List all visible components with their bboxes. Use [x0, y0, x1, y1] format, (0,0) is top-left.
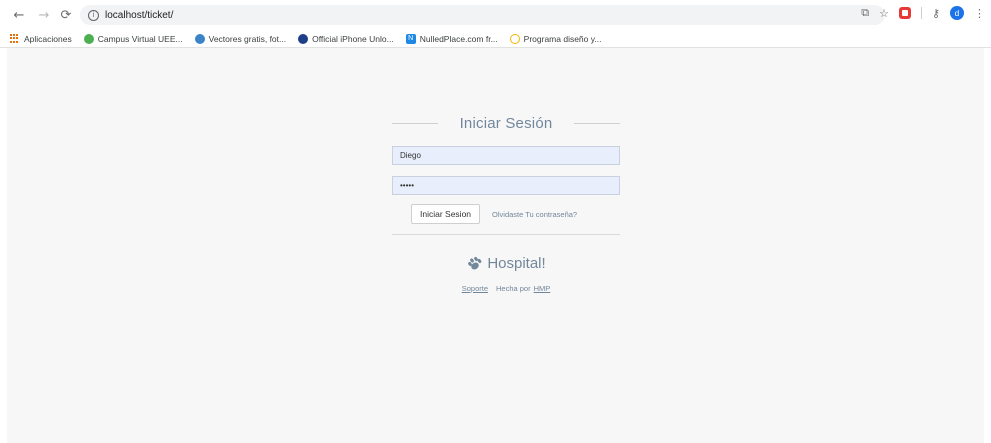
paw-icon — [468, 256, 482, 269]
login-button[interactable]: Iniciar Sesion — [411, 204, 481, 224]
browser-toolbar: ← → ⟳ i localhost/ticket/ ⧉ ☆ ⚷ d ⋮ — [0, 0, 991, 30]
bookmark-campus[interactable]: Campus Virtual UEE... — [83, 33, 183, 44]
divider — [392, 122, 438, 124]
bookmark-label: Aplicaciones — [24, 33, 72, 44]
brand-name: Hospital! — [487, 255, 546, 272]
freepik-icon — [194, 33, 205, 44]
brand: Hospital! — [392, 255, 620, 272]
page-content: Iniciar Sesión Diego ••••• Iniciar Sesio… — [7, 48, 984, 443]
key-icon[interactable]: ⚷ — [932, 7, 940, 20]
apps-grid-icon — [10, 33, 20, 44]
back-arrow-icon[interactable]: ← — [10, 6, 28, 24]
n-logo-icon: N — [405, 33, 416, 44]
url-text[interactable]: localhost/ticket/ — [105, 10, 173, 21]
bookmark-apps[interactable]: Aplicaciones — [10, 33, 72, 44]
extension-icon[interactable] — [898, 7, 911, 19]
translate-icon[interactable]: ⧉ — [861, 6, 869, 20]
username-field[interactable]: Diego — [392, 146, 620, 165]
avatar[interactable]: d — [950, 6, 964, 20]
divider — [573, 122, 620, 124]
reload-icon[interactable]: ⟳ — [57, 6, 75, 24]
star-icon[interactable]: ☆ — [879, 7, 889, 20]
address-bar[interactable]: i localhost/ticket/ — [80, 5, 885, 25]
bookmark-label: Vectores gratis, fot... — [208, 33, 287, 44]
made-by-link[interactable]: HMP — [534, 284, 551, 293]
design-icon — [509, 33, 520, 44]
page-title: Iniciar Sesión — [459, 114, 553, 132]
login-form: Iniciar Sesión Diego ••••• Iniciar Sesio… — [392, 108, 620, 293]
toolbar-right-icons: ⧉ ☆ ⚷ d ⋮ — [861, 6, 985, 20]
campus-icon — [83, 33, 94, 44]
bookmark-label: NulledPlace.com fr... — [419, 33, 498, 44]
toolbar-divider — [920, 7, 922, 19]
bookmark-nulledplace[interactable]: N NulledPlace.com fr... — [405, 33, 498, 44]
info-icon[interactable]: i — [88, 9, 99, 21]
bookmark-vectores[interactable]: Vectores gratis, fot... — [194, 33, 287, 44]
login-header: Iniciar Sesión — [392, 108, 620, 138]
bookmark-iphone-unlock[interactable]: Official iPhone Unlo... — [298, 33, 394, 44]
login-actions: Iniciar Sesion Olvidaste Tu contraseña? — [392, 204, 620, 224]
bookmark-label: Campus Virtual UEE... — [97, 33, 183, 44]
support-link[interactable]: Soporte — [462, 284, 488, 293]
bookmarks-bar: Aplicaciones Campus Virtual UEE... Vecto… — [0, 30, 991, 48]
made-by: Hecha por HMP — [496, 284, 550, 293]
bookmark-label: Programa diseño y... — [523, 33, 602, 44]
made-by-label: Hecha por — [496, 284, 531, 293]
forgot-password-link[interactable]: Olvidaste Tu contraseña? — [492, 210, 577, 219]
login-footer: Soporte Hecha por HMP — [392, 284, 620, 293]
forward-arrow-icon[interactable]: → — [35, 6, 53, 24]
separator — [392, 234, 620, 235]
bookmark-label: Official iPhone Unlo... — [312, 33, 394, 44]
password-field[interactable]: ••••• — [392, 176, 620, 195]
menu-dots-icon[interactable]: ⋮ — [974, 7, 985, 20]
bookmark-programa[interactable]: Programa diseño y... — [509, 33, 602, 44]
unlock-icon — [298, 33, 309, 44]
